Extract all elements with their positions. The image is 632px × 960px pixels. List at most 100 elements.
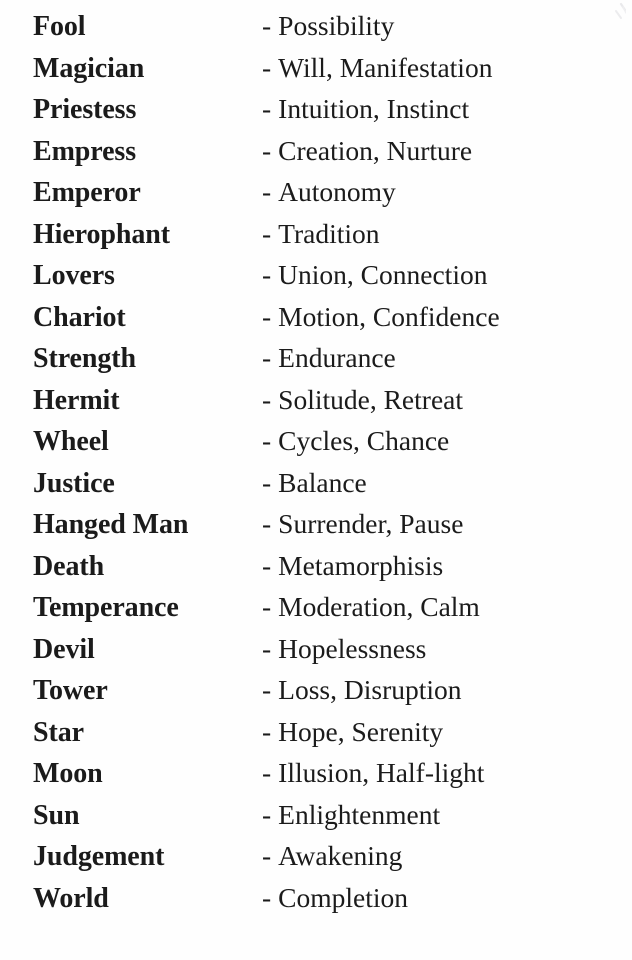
separator-dash: - xyxy=(262,549,272,581)
card-meaning: - Illusion, Half-light xyxy=(262,759,632,787)
table-row: Hermit - Solitude, Retreat xyxy=(0,383,632,428)
card-meaning: - Motion, Confidence xyxy=(262,300,632,332)
card-meaning-text: Solitude, Retreat xyxy=(278,383,463,415)
separator-dash: - xyxy=(262,176,272,207)
card-meaning-text: Enlightenment xyxy=(278,798,441,830)
table-row: Wheel - Cycles, Chance xyxy=(0,427,632,469)
card-meaning: - Moderation, Calm xyxy=(262,593,632,621)
separator-dash: - xyxy=(262,217,272,249)
card-meaning-text: Tradition xyxy=(278,217,380,249)
card-meaning: - Endurance xyxy=(262,344,632,372)
card-name: Chariot xyxy=(33,301,126,333)
table-row: Death - Metamorphisis xyxy=(0,549,632,594)
keyword-table: Fool - Possibility Magician - Will, Manifesta… xyxy=(0,12,632,925)
card-meaning-text: Surrender, Pause xyxy=(278,508,464,539)
card-name: Temperance xyxy=(33,592,179,623)
separator-dash: - xyxy=(262,881,272,913)
separator-dash: - xyxy=(262,674,272,705)
table-row: Strength - Endurance xyxy=(0,344,632,386)
card-meaning-text: Illusion, Half-light xyxy=(278,757,485,788)
card-name: Moon xyxy=(33,758,103,789)
card-meaning: - Tradition xyxy=(262,217,632,249)
card-meaning-text: Autonomy xyxy=(278,176,396,207)
card-meaning: - Balance xyxy=(262,466,632,498)
card-meaning: - Loss, Disruption xyxy=(262,676,632,704)
table-row: Lovers - Union, Connection xyxy=(0,261,632,303)
card-name: Hermit xyxy=(33,384,120,416)
card-meaning-text: Possibility xyxy=(278,10,395,41)
separator-dash: - xyxy=(262,342,272,373)
table-row: Priestess - Intuition, Instinct xyxy=(0,95,632,137)
card-meaning-text: Moderation, Calm xyxy=(278,591,480,622)
table-row: Moon - Illusion, Half-light xyxy=(0,759,632,801)
separator-dash: - xyxy=(262,425,272,456)
card-meaning-text: Metamorphisis xyxy=(278,549,444,581)
card-name: Priestess xyxy=(33,94,137,125)
table-row: Star - Hope, Serenity xyxy=(0,715,632,760)
card-name: Judgement xyxy=(33,841,165,872)
card-name: Lovers xyxy=(33,260,115,291)
card-name: Death xyxy=(33,550,105,582)
card-name: Hierophant xyxy=(33,218,170,250)
card-name: Justice xyxy=(33,467,115,499)
table-row: World - Completion xyxy=(0,881,632,926)
card-name: Hanged Man xyxy=(33,509,189,540)
separator-dash: - xyxy=(262,591,272,622)
card-meaning-text: Completion xyxy=(278,881,409,913)
card-meaning-text: Will, Manifestation xyxy=(278,51,493,83)
separator-dash: - xyxy=(262,93,272,124)
card-name: Sun xyxy=(33,799,80,831)
card-meaning-text: Motion, Confidence xyxy=(278,300,500,332)
table-row: Hierophant - Tradition xyxy=(0,217,632,262)
separator-dash: - xyxy=(262,715,272,747)
card-meaning: - Hope, Serenity xyxy=(262,715,632,747)
card-meaning: - Creation, Nurture xyxy=(262,134,632,166)
card-name: Empress xyxy=(33,135,137,167)
separator-dash: - xyxy=(262,466,272,498)
card-meaning: - Union, Connection xyxy=(262,261,632,289)
card-meaning: - Enlightenment xyxy=(262,798,632,830)
card-name: World xyxy=(33,882,109,914)
table-row: Hanged Man - Surrender, Pause xyxy=(0,510,632,552)
card-meaning: - Awakening xyxy=(262,842,632,870)
card-meaning-text: Awakening xyxy=(278,840,403,871)
separator-dash: - xyxy=(262,300,272,332)
card-name: Devil xyxy=(33,633,95,665)
card-meaning: - Intuition, Instinct xyxy=(262,95,632,123)
card-meaning: - Solitude, Retreat xyxy=(262,383,632,415)
table-row: Tower - Loss, Disruption xyxy=(0,676,632,718)
separator-dash: - xyxy=(262,259,272,290)
card-meaning: - Cycles, Chance xyxy=(262,427,632,455)
card-name: Magician xyxy=(33,52,145,84)
card-name: Strength xyxy=(33,343,136,374)
card-name: Tower xyxy=(33,675,108,706)
separator-dash: - xyxy=(262,51,272,83)
table-row: Fool - Possibility xyxy=(0,12,632,54)
card-meaning: - Autonomy xyxy=(262,178,632,206)
card-name: Emperor xyxy=(33,177,141,208)
separator-dash: - xyxy=(262,10,272,41)
card-meaning-text: Creation, Nurture xyxy=(278,134,473,166)
card-meaning: - Metamorphisis xyxy=(262,549,632,581)
table-row: Justice - Balance xyxy=(0,466,632,511)
separator-dash: - xyxy=(262,508,272,539)
card-name: Fool xyxy=(33,11,86,42)
card-name: Wheel xyxy=(33,426,109,457)
card-meaning: - Hopelessness xyxy=(262,632,632,664)
table-row: Empress - Creation, Nurture xyxy=(0,134,632,179)
separator-dash: - xyxy=(262,798,272,830)
card-meaning: - Completion xyxy=(262,881,632,913)
table-row: Temperance - Moderation, Calm xyxy=(0,593,632,635)
table-row: Sun - Enlightenment xyxy=(0,798,632,843)
major-arcana-keyword-list: Fool - Possibility Magician - Will, Manifesta… xyxy=(0,0,632,960)
table-row: Emperor - Autonomy xyxy=(0,178,632,220)
card-meaning: - Surrender, Pause xyxy=(262,510,632,538)
table-row: Magician - Will, Manifestation xyxy=(0,51,632,96)
separator-dash: - xyxy=(262,632,272,664)
table-row: Judgement - Awakening xyxy=(0,842,632,884)
table-row: Devil - Hopelessness xyxy=(0,632,632,677)
card-meaning-text: Hope, Serenity xyxy=(278,715,444,747)
separator-dash: - xyxy=(262,383,272,415)
card-meaning-text: Hopelessness xyxy=(278,632,427,664)
card-meaning-text: Union, Connection xyxy=(278,259,488,290)
